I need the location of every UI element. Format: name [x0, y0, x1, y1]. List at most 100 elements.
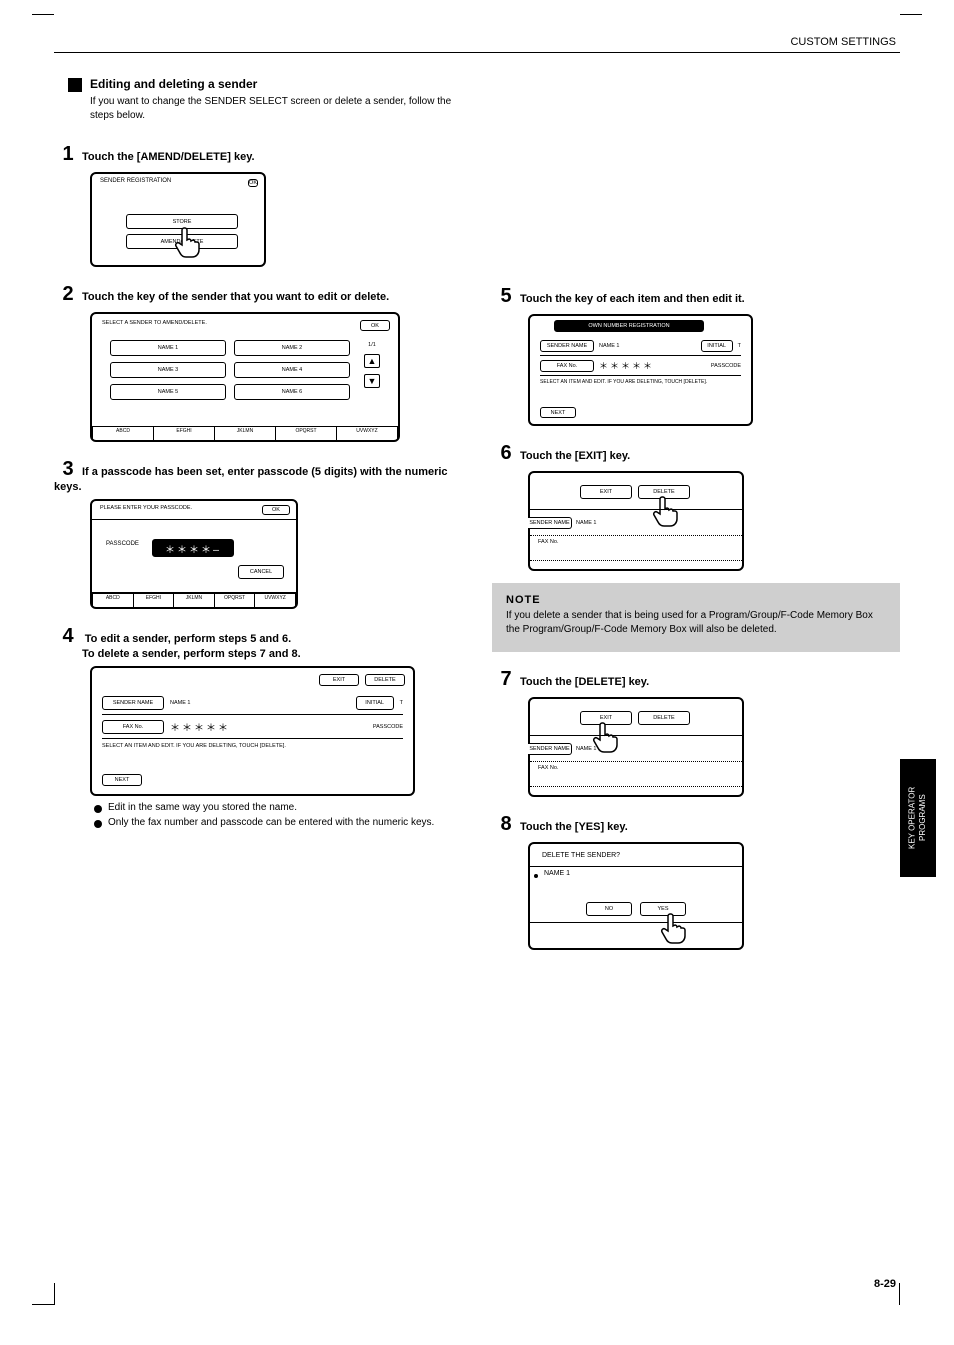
ok-button[interactable]: OK [248, 179, 258, 187]
fax-value: ＊＊＊＊＊ [170, 719, 230, 734]
delete-button[interactable]: DELETE [638, 711, 690, 725]
exit-button[interactable]: EXIT [319, 674, 359, 686]
panel-sender-registration: OK SENDER REGISTRATION STORE AMEND/DELET… [90, 172, 266, 267]
panel5-title: OWN NUMBER REGISTRATION [554, 320, 704, 332]
page-number: 8-29 [874, 1278, 896, 1290]
yes-button[interactable]: YES [640, 902, 686, 916]
abc-tab[interactable]: JKLMN [215, 426, 276, 440]
square-bullet-icon [68, 78, 82, 92]
down-arrow-button[interactable]: ▼ [364, 374, 380, 388]
sender-item[interactable]: NAME 1 [110, 340, 226, 356]
sender-name-value: NAME 1 [599, 343, 619, 349]
bullet-icon [94, 820, 102, 828]
note-body: If you delete a sender that is being use… [506, 609, 886, 638]
fax-button[interactable]: FAX No. [102, 720, 164, 734]
sender-name-button[interactable]: SENDER NAME [528, 517, 572, 529]
step8-number: 8 [492, 813, 520, 836]
abc-tab[interactable]: OPQRST [215, 593, 256, 607]
step3-number: 3 [54, 458, 82, 481]
step5-text: Touch the key of each item and then edit… [520, 293, 745, 305]
next-button[interactable]: NEXT [540, 407, 576, 418]
delete-button[interactable]: DELETE [365, 674, 405, 686]
step4-text-a: To edit a sender, perform steps 5 and 6. [85, 633, 291, 645]
step3-text: If a passcode has been set, enter passco… [54, 466, 448, 493]
abc-tab[interactable]: UVWXYZ [337, 426, 398, 440]
abc-tab[interactable]: ABCD [92, 426, 154, 440]
step5-number: 5 [492, 285, 520, 308]
passcode-label: PASSCODE [711, 363, 741, 369]
initial-button[interactable]: INITIAL [356, 696, 394, 710]
note-box: NOTE If you delete a sender that is bein… [492, 583, 900, 652]
abc-tab[interactable]: OPQRST [276, 426, 337, 440]
initial-value: T [738, 343, 741, 349]
fax-button[interactable]: FAX No. [540, 360, 594, 372]
panel-exit: EXIT DELETE SENDER NAME NAME 1 FAX No. [528, 471, 744, 571]
step2-text: Touch the key of the sender that you wan… [82, 291, 389, 303]
panel1-title: SENDER REGISTRATION [100, 178, 171, 184]
step8-text: Touch the [YES] key. [520, 821, 628, 833]
step1-text: Touch the [AMEND/DELETE] key. [82, 151, 255, 163]
step7-number: 7 [492, 668, 520, 691]
bullet-1: Edit in the same way you stored the name… [108, 802, 297, 813]
panel-passcode: OK PLEASE ENTER YOUR PASSCODE. PASSCODE … [90, 499, 298, 609]
panel2-hint: SELECT A SENDER TO AMEND/DELETE. [102, 320, 207, 326]
header: CUSTOM SETTINGS [54, 14, 900, 53]
bullet-icon [534, 874, 538, 878]
fax-label: FAX No. [538, 765, 558, 771]
panel-delete: EXIT DELETE SENDER NAME NAME 1 FAX No. [528, 697, 744, 797]
no-button[interactable]: NO [586, 902, 632, 916]
section-title: Editing and deleting a sender [90, 77, 257, 91]
amend-delete-button[interactable]: AMEND/DELETE [126, 234, 238, 249]
panel-edit-sender: EXIT DELETE SENDER NAME NAME 1 INITIAL T… [90, 666, 415, 796]
section-intro: If you want to change the SENDER SELECT … [90, 95, 462, 123]
cancel-button[interactable]: CANCEL [238, 565, 284, 579]
abc-tab[interactable]: EFGHI [134, 593, 175, 607]
bullet-2: Only the fax number and passcode can be … [108, 817, 434, 828]
side-tab: KEY OPERATOR PROGRAMS [900, 759, 936, 877]
fax-label: FAX No. [538, 539, 558, 545]
confirm-prompt: DELETE THE SENDER? [542, 852, 620, 859]
store-button[interactable]: STORE [126, 214, 238, 229]
passcode-field[interactable]: ＊＊＊＊— [152, 539, 234, 557]
edit-hint: SELECT AN ITEM AND EDIT. IF YOU ARE DELE… [540, 379, 741, 385]
sender-name-value: NAME 1 [576, 520, 596, 526]
sender-item[interactable]: NAME 2 [234, 340, 350, 356]
step4-number: 4 [54, 625, 82, 648]
fax-value: ＊＊＊＊＊ [599, 359, 654, 372]
passcode-label: PASSCODE [106, 541, 139, 547]
sender-name-button[interactable]: SENDER NAME [102, 696, 164, 710]
up-arrow-button[interactable]: ▲ [364, 354, 380, 368]
exit-button[interactable]: EXIT [580, 711, 632, 725]
initial-value: T [400, 700, 403, 706]
edit-hint: SELECT AN ITEM AND EDIT. IF YOU ARE DELE… [102, 743, 403, 749]
ok-button[interactable]: OK [262, 505, 290, 515]
next-button[interactable]: NEXT [102, 774, 142, 786]
exit-button[interactable]: EXIT [580, 485, 632, 499]
step2-number: 2 [54, 283, 82, 306]
sender-name-value: NAME 1 [170, 700, 190, 706]
panel-sender-list: OK SELECT A SENDER TO AMEND/DELETE. NAME… [90, 312, 400, 442]
sender-name-button[interactable]: SENDER NAME [540, 340, 594, 352]
note-title: NOTE [506, 593, 886, 609]
step4-text-b: To delete a sender, perform steps 7 and … [82, 648, 301, 660]
breadcrumb: CUSTOM SETTINGS [790, 36, 896, 48]
panel-own-number: OWN NUMBER REGISTRATION SENDER NAME NAME… [528, 314, 753, 426]
initial-button[interactable]: INITIAL [701, 340, 733, 352]
sender-item[interactable]: NAME 5 [110, 384, 226, 400]
abc-tab[interactable]: UVWXYZ [255, 593, 296, 607]
ok-button[interactable]: OK [360, 320, 390, 331]
step1-number: 1 [54, 143, 82, 166]
step6-text: Touch the [EXIT] key. [520, 450, 630, 462]
sender-name-value: NAME 1 [576, 746, 596, 752]
abc-tab[interactable]: EFGHI [154, 426, 215, 440]
sender-item[interactable]: NAME 4 [234, 362, 350, 378]
abc-tab[interactable]: JKLMN [174, 593, 215, 607]
confirm-name: NAME 1 [544, 870, 570, 877]
sender-item[interactable]: NAME 6 [234, 384, 350, 400]
delete-button[interactable]: DELETE [638, 485, 690, 499]
sender-item[interactable]: NAME 3 [110, 362, 226, 378]
abc-tab[interactable]: ABCD [92, 593, 134, 607]
sender-name-button[interactable]: SENDER NAME [528, 743, 572, 755]
page-indicator: 1/1 [368, 342, 376, 348]
panel-confirm-delete: DELETE THE SENDER? NAME 1 NO YES [528, 842, 744, 950]
